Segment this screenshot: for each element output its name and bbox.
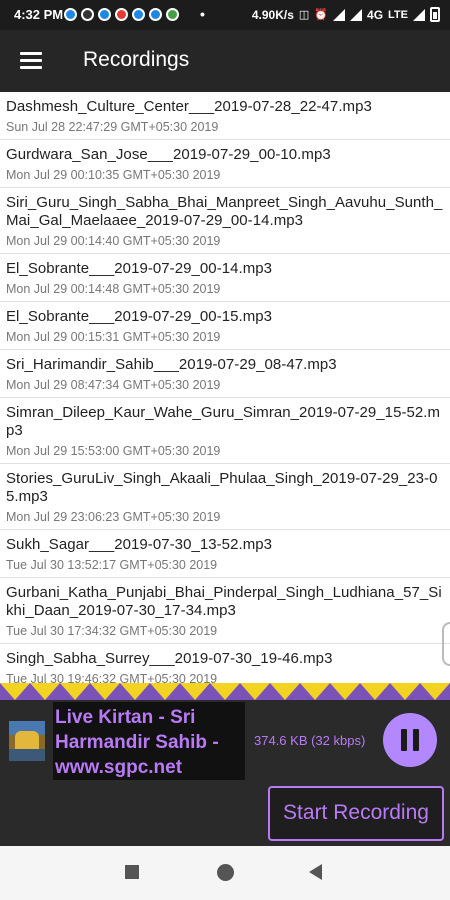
recording-date: Tue Jul 30 17:34:32 GMT+05:30 2019: [6, 624, 218, 638]
alarm-icon: ⏰: [314, 9, 329, 21]
net-speed-label: 4.90K/s: [251, 7, 294, 22]
recording-date: Mon Jul 29 00:14:40 GMT+05:30 2019: [6, 234, 221, 248]
status-bar: 4:32 PM • 4.90K/s ◫ ⏰ 4G LTE: [0, 0, 450, 30]
notification-app-icon: [166, 8, 179, 21]
recents-icon[interactable]: [125, 865, 139, 879]
recording-item[interactable]: Gurbani_Katha_Punjabi_Bhai_Pinderpal_Sin…: [0, 578, 450, 644]
zigzag-divider: [0, 683, 450, 700]
page-title: Recordings: [83, 48, 190, 71]
recording-item[interactable]: Siri_Guru_Singh_Sabha_Bhai_Manpreet_Sing…: [0, 188, 450, 254]
recording-filename: Siri_Guru_Singh_Sabha_Bhai_Manpreet_Sing…: [6, 194, 443, 229]
recording-filename: El_Sobrante___2019-07-29_00-15.mp3: [6, 308, 273, 325]
home-icon[interactable]: [217, 864, 234, 881]
app-bar: Recordings: [0, 30, 450, 92]
recording-item[interactable]: Gurdwara_San_Jose___2019-07-29_00-10.mp3…: [0, 140, 450, 188]
fast-scroll-handle[interactable]: [442, 622, 450, 666]
recording-filename: Sri_Harimandir_Sahib___2019-07-29_08-47.…: [6, 356, 337, 373]
recording-item[interactable]: Simran_Dileep_Kaur_Wahe_Guru_Simran_2019…: [0, 398, 450, 464]
more-notifications-dot: •: [200, 6, 205, 22]
recording-filename: Sukh_Sagar___2019-07-30_13-52.mp3: [6, 536, 273, 553]
recording-filename: Stories_GuruLiv_Singh_Akaali_Phulaa_Sing…: [6, 470, 438, 505]
system-indicators: 4.90K/s ◫ ⏰ 4G LTE: [252, 7, 440, 22]
volte-label: LTE: [388, 8, 408, 21]
notification-app-icon: [64, 8, 77, 21]
notification-app-icon: [115, 8, 128, 21]
start-recording-button[interactable]: Start Recording: [268, 786, 444, 841]
wifi-signal-icon: [333, 8, 346, 21]
notification-app-icon: [149, 8, 162, 21]
recording-filename: Gurdwara_San_Jose___2019-07-29_00-10.mp3: [6, 146, 331, 163]
pause-icon: [413, 729, 419, 751]
recording-date: Mon Jul 29 08:47:34 GMT+05:30 2019: [6, 378, 221, 392]
vibrate-icon: ◫: [298, 9, 310, 21]
notification-icons: [64, 8, 179, 21]
recording-date: Mon Jul 29 23:06:23 GMT+05:30 2019: [6, 510, 221, 524]
recording-filename: Dashmesh_Culture_Center___2019-07-28_22-…: [6, 98, 372, 115]
recording-item[interactable]: Sukh_Sagar___2019-07-30_13-52.mp3 Tue Jul…: [0, 530, 450, 578]
status-time: 4:32 PM: [14, 7, 64, 22]
recording-filename: Singh_Sabha_Surrey___2019-07-30_19-46.mp…: [6, 650, 333, 667]
battery-icon: [430, 7, 440, 22]
recording-item[interactable]: Sri_Harimandir_Sahib___2019-07-29_08-47.…: [0, 350, 450, 398]
bitrate-label: 374.6 KB (32 kbps): [254, 733, 366, 748]
station-thumbnail[interactable]: [9, 721, 45, 761]
notification-app-icon: [81, 8, 94, 21]
notification-app-icon: [132, 8, 145, 21]
recording-item[interactable]: Stories_GuruLiv_Singh_Akaali_Phulaa_Sing…: [0, 464, 450, 530]
network-type-label: 4G: [367, 7, 384, 22]
station-title: Live Kirtan - Sri Harmandir Sahib - www.…: [53, 702, 245, 780]
recording-item[interactable]: Dashmesh_Culture_Center___2019-07-28_22-…: [0, 92, 450, 140]
recording-filename: El_Sobrante___2019-07-29_00-14.mp3: [6, 260, 273, 277]
notification-app-icon: [98, 8, 111, 21]
recording-item[interactable]: El_Sobrante___2019-07-29_00-15.mp3 Mon Ju…: [0, 302, 450, 350]
recording-item[interactable]: El_Sobrante___2019-07-29_00-14.mp3 Mon Ju…: [0, 254, 450, 302]
hamburger-menu-icon[interactable]: [18, 49, 48, 73]
pause-icon: [401, 729, 407, 751]
recording-date: Mon Jul 29 00:10:35 GMT+05:30 2019: [6, 168, 221, 182]
recording-date: Tue Jul 30 13:52:17 GMT+05:30 2019: [6, 558, 218, 572]
cell-signal-icon: [350, 8, 363, 21]
recording-date: Mon Jul 29 15:53:00 GMT+05:30 2019: [6, 444, 221, 458]
recordings-list[interactable]: Dashmesh_Culture_Center___2019-07-28_22-…: [0, 92, 450, 684]
navigation-bar: [0, 846, 450, 900]
recording-item[interactable]: Singh_Sabha_Surrey___2019-07-30_19-46.mp…: [0, 644, 450, 684]
recording-date: Mon Jul 29 00:14:48 GMT+05:30 2019: [6, 282, 221, 296]
recording-date: Sun Jul 28 22:47:29 GMT+05:30 2019: [6, 120, 219, 134]
recording-date: Mon Jul 29 00:15:31 GMT+05:30 2019: [6, 330, 221, 344]
recording-filename: Gurbani_Katha_Punjabi_Bhai_Pinderpal_Sin…: [6, 584, 442, 619]
recording-filename: Simran_Dileep_Kaur_Wahe_Guru_Simran_2019…: [6, 404, 441, 439]
back-icon[interactable]: [309, 864, 322, 880]
pause-button[interactable]: [383, 713, 437, 767]
cell-signal-2-icon: [413, 8, 425, 21]
